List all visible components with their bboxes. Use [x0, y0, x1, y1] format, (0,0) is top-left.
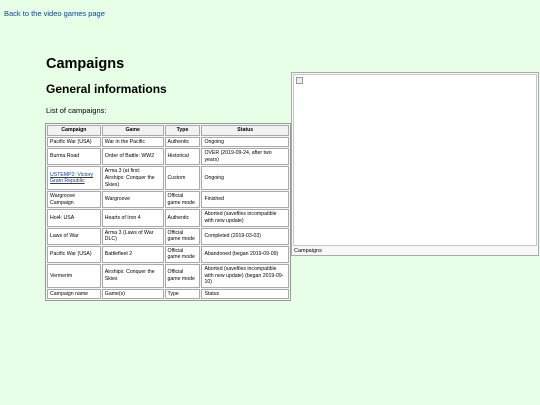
broken-image-icon [296, 77, 303, 84]
section-title: General informations [46, 82, 167, 96]
table-row: Vermerim Airships: Conquer the Skies Off… [47, 263, 289, 288]
campaign-cell: Pacific War (USA) [47, 245, 101, 263]
table-row: Pacific War (USA) War in the Pacific Aut… [47, 136, 289, 148]
table-header-row: Campaign Game Type Status [47, 125, 289, 136]
table-row: Hoi4: USA Hearts of Iron 4 Authentic Abo… [47, 209, 289, 227]
footer-cell-game: Game(s) [101, 288, 164, 300]
status-cell: Ongoing [201, 136, 289, 148]
column-header-game: Game [101, 125, 164, 136]
table-footer-row: Campaign name Game(s) Type Status [47, 288, 289, 300]
type-cell: Historical [164, 148, 201, 166]
game-cell: Hearts of Iron 4 [101, 209, 164, 227]
game-cell: Order of Battle: WW2 [101, 148, 164, 166]
column-header-type: Type [164, 125, 201, 136]
status-cell: Ongoing [201, 166, 289, 191]
intro-text: List of campaigns: [46, 106, 107, 115]
type-cell: Official game mode [164, 227, 201, 245]
broken-image-placeholder [293, 74, 537, 246]
campaign-cell: Hoi4: USA [47, 209, 101, 227]
table-row: USTEMP2: Victory Gram Republic Arma 3 (a… [47, 166, 289, 191]
table-row: Burma Road Order of Battle: WW2 Historic… [47, 148, 289, 166]
footer-cell-type: Type [164, 288, 201, 300]
campaign-cell: Pacific War (USA) [47, 136, 101, 148]
figure-caption: Campaigns [294, 248, 322, 254]
type-cell: Custom [164, 166, 201, 191]
type-cell: Official game mode [164, 191, 201, 209]
status-cell: Abandoned (began 2019-09-09) [201, 245, 289, 263]
campaigns-figure: Campaigns [291, 72, 539, 256]
campaign-cell: Vermerim [47, 263, 101, 288]
table-row: Laws of War Arma 3 (Laws of War DLC) Off… [47, 227, 289, 245]
campaign-link-ustemp2[interactable]: USTEMP2: Victory Gram Republic [50, 172, 93, 185]
type-cell: Authentic [164, 136, 201, 148]
table-row: Wargroove Campaign Wargroove Official ga… [47, 191, 289, 209]
game-cell: Battlefleet 2 [101, 245, 164, 263]
status-cell: Aborted (savefiles incompatible with new… [201, 209, 289, 227]
table-row: Pacific War (USA) Battlefleet 2 Official… [47, 245, 289, 263]
status-cell: Aborted (savefiles incompatible with new… [201, 263, 289, 288]
game-cell: Airships: Conquer the Skies [101, 263, 164, 288]
column-header-status: Status [201, 125, 289, 136]
game-cell: Wargroove [101, 191, 164, 209]
campaign-cell: Laws of War [47, 227, 101, 245]
footer-cell-campaign: Campaign name [47, 288, 101, 300]
status-cell: Finished [201, 191, 289, 209]
back-to-video-games-link[interactable]: Back to the video games page [4, 9, 105, 18]
type-cell: Official game mode [164, 263, 201, 288]
campaign-cell: Wargroove Campaign [47, 191, 101, 209]
footer-cell-status: Status [201, 288, 289, 300]
campaign-cell: Burma Road [47, 148, 101, 166]
type-cell: Authentic [164, 209, 201, 227]
game-cell: Arma 3 (Laws of War DLC) [101, 227, 164, 245]
campaign-cell: USTEMP2: Victory Gram Republic [47, 166, 101, 191]
status-cell: OVER (2019-09-24, after two years) [201, 148, 289, 166]
type-cell: Official game mode [164, 245, 201, 263]
status-cell: Completed (2019-03-03) [201, 227, 289, 245]
game-cell: War in the Pacific [101, 136, 164, 148]
page-title: Campaigns [46, 56, 125, 72]
campaigns-table: Campaign Game Type Status Pacific War (U… [45, 123, 291, 302]
column-header-campaign: Campaign [47, 125, 101, 136]
game-cell: Arma 3 (at first: Airships: Conquer the … [101, 166, 164, 191]
